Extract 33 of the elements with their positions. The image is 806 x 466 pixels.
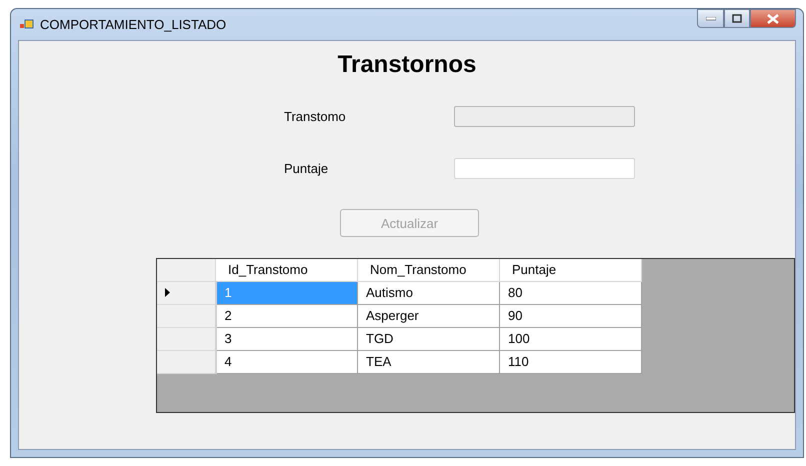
table-cell: 80 [500, 281, 642, 304]
table-cell: 100 [500, 327, 642, 350]
table-cell: TGD [358, 327, 500, 350]
row-header[interactable] [157, 350, 216, 373]
maximize-button[interactable] [724, 9, 750, 28]
grid-corner [157, 259, 216, 281]
column-header[interactable]: Puntaje [500, 259, 642, 281]
table-cell: 2 [216, 304, 358, 327]
input-field[interactable] [454, 158, 635, 179]
close-icon [767, 14, 779, 24]
row-header[interactable] [157, 281, 216, 304]
table-cell: TEA [358, 350, 500, 373]
field-label: Transtomo [284, 109, 347, 124]
window-icon [20, 18, 34, 30]
row-header[interactable] [157, 304, 216, 327]
field-label: Puntaje [284, 161, 330, 176]
row-header[interactable] [157, 327, 216, 350]
column-header[interactable]: Nom_Transtomo [358, 259, 500, 281]
current-row-icon [165, 288, 170, 297]
table-cell: 3 [216, 327, 358, 350]
table-cell: Asperger [358, 304, 500, 327]
minimize-button[interactable] [697, 9, 724, 28]
minimize-icon [706, 16, 716, 20]
window-title: COMPORTAMIENTO_LISTADO [40, 17, 226, 32]
table-cell: 1 [216, 281, 358, 304]
close-button[interactable] [750, 9, 796, 28]
maximize-icon [732, 14, 742, 23]
column-header[interactable]: Id_Transtomo [216, 259, 358, 281]
table-cell: Autismo [358, 281, 500, 304]
table-cell: 4 [216, 350, 358, 373]
table-cell: 90 [500, 304, 642, 327]
form-heading: Transtornos [338, 51, 476, 79]
table-cell: 110 [500, 350, 642, 373]
